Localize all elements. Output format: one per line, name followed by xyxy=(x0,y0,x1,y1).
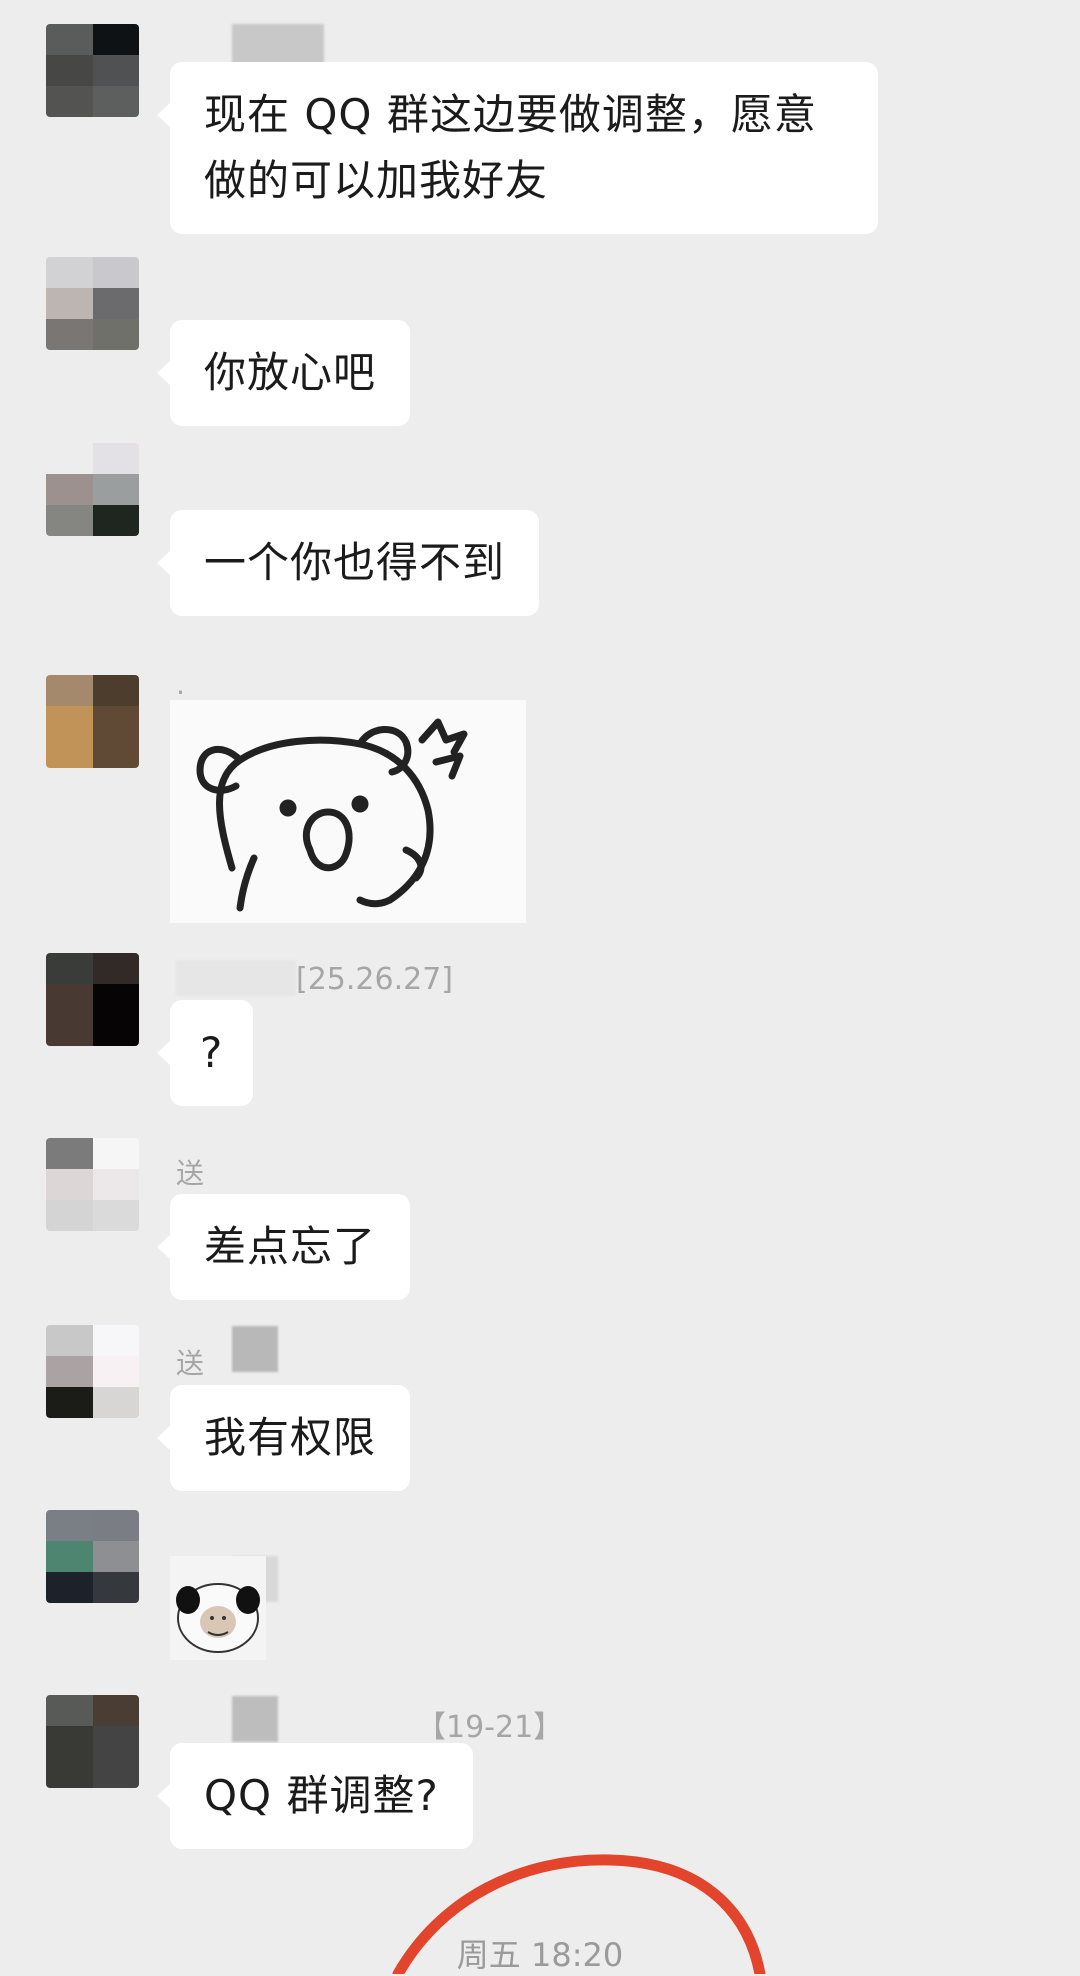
message-text: 差点忘了 xyxy=(204,1222,377,1271)
message-bubble[interactable]: ? xyxy=(156,1000,254,1106)
message-text: 你放心吧 xyxy=(204,348,377,397)
avatar[interactable] xyxy=(46,443,139,536)
red-annotation-circle xyxy=(392,1854,766,1974)
avatar[interactable] xyxy=(46,257,139,350)
panda-face-icon xyxy=(176,1583,260,1653)
message-text: 现在 QQ 群这边要做调整，愿意做的可以加我好友 xyxy=(204,90,817,205)
message-bubble[interactable]: 现在 QQ 群这边要做调整，愿意做的可以加我好友 xyxy=(157,62,878,234)
message-bubble[interactable]: QQ 群调整? xyxy=(157,1743,473,1849)
avatar[interactable] xyxy=(46,1510,139,1603)
message-text: 一个你也得不到 xyxy=(204,538,506,587)
avatar[interactable] xyxy=(46,1695,139,1788)
surprised-bear-sticker[interactable] xyxy=(170,700,526,923)
sender-name: 送 xyxy=(176,1347,205,1380)
sender-name: . xyxy=(176,668,185,701)
avatar[interactable] xyxy=(46,24,139,117)
message-bubble[interactable]: 一个你也得不到 xyxy=(156,510,540,616)
avatar[interactable] xyxy=(46,953,139,1046)
avatar[interactable] xyxy=(46,1138,139,1231)
message-text: QQ 群调整? xyxy=(204,1771,439,1820)
redacted-name-block xyxy=(232,1696,278,1742)
timestamp: 周五 18:20 xyxy=(456,1936,624,1974)
message-bubble[interactable]: 差点忘了 xyxy=(156,1194,411,1300)
panda-face-sticker[interactable] xyxy=(170,1556,266,1660)
avatar[interactable] xyxy=(46,1325,139,1418)
avatar[interactable] xyxy=(46,675,139,768)
message-text: ? xyxy=(200,1028,224,1077)
bear-icon xyxy=(196,718,468,912)
redacted-name-block xyxy=(176,960,296,996)
redacted-name-block xyxy=(232,1326,278,1372)
sender-name: 送 xyxy=(176,1157,205,1190)
sender-name: [25.26.27] xyxy=(296,962,454,997)
message-bubble[interactable]: 你放心吧 xyxy=(156,320,411,426)
message-text: 我有权限 xyxy=(204,1413,377,1462)
message-bubble[interactable]: 我有权限 xyxy=(156,1385,411,1491)
sender-name: 【19-21】 xyxy=(416,1710,564,1745)
